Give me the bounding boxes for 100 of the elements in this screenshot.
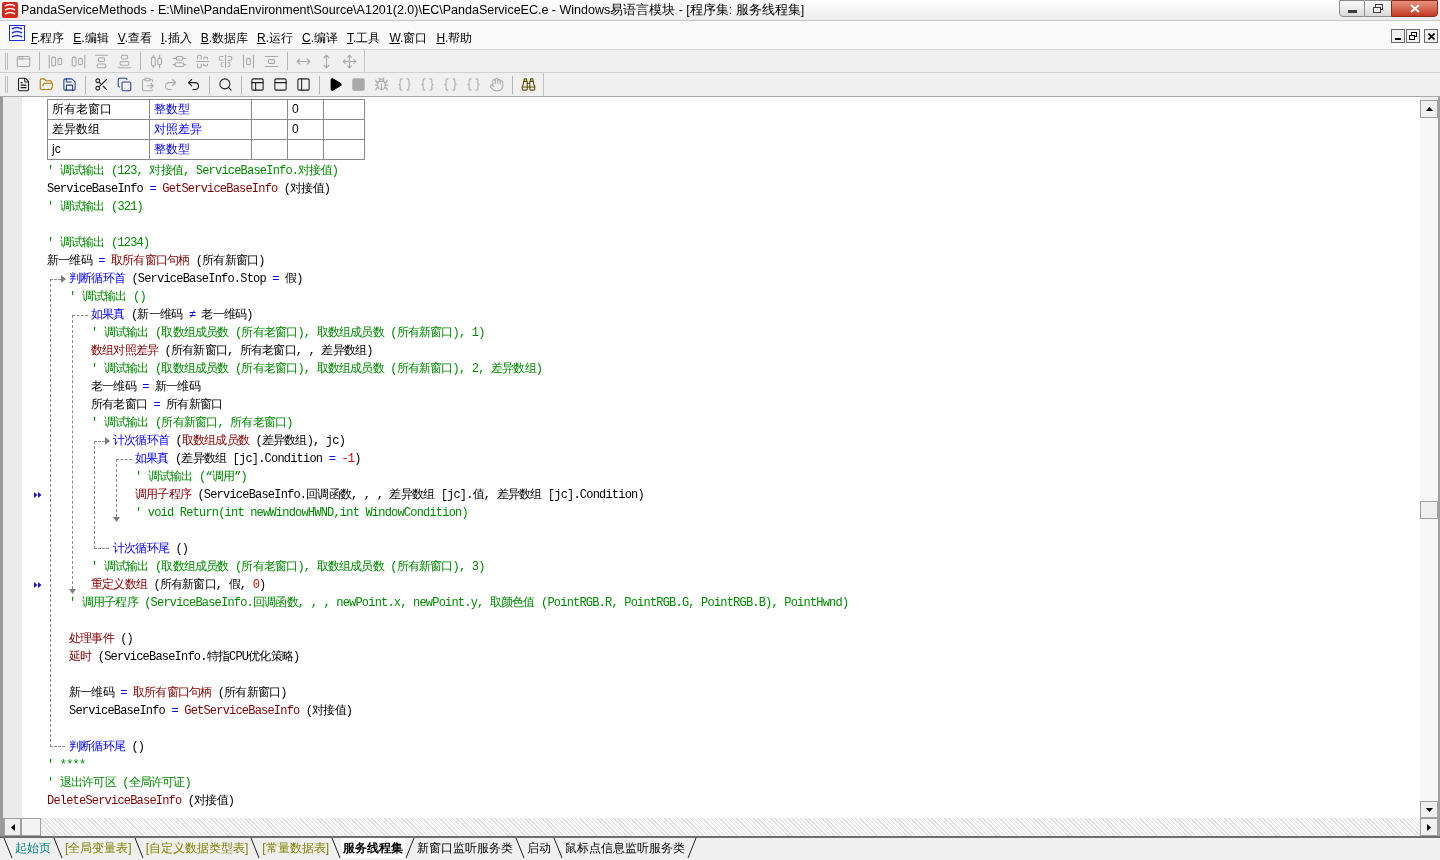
scrollbar-thumb[interactable]: [1420, 501, 1438, 519]
menu-item[interactable]: F.程序: [28, 29, 68, 47]
tab[interactable]: [全局变量表]: [63, 838, 134, 858]
scroll-down-button[interactable]: [1420, 801, 1438, 818]
code-comment: ' void Return(int newWindowHWND,int WindowCondition): [135, 505, 468, 522]
close-icon: [1427, 32, 1435, 40]
scroll-left-button[interactable]: [4, 818, 21, 836]
top-panel-icon: [273, 77, 288, 92]
align-bottom-icon: [117, 53, 132, 69]
play-icon: [328, 77, 343, 92]
table-cell: 0: [288, 100, 324, 120]
app-icon: [9, 25, 25, 41]
menu-item[interactable]: E.编辑: [70, 29, 112, 47]
tab-edge-icon: [515, 838, 525, 858]
menu-item[interactable]: R.运行: [254, 29, 296, 47]
move-icon: [342, 53, 357, 69]
menu-item[interactable]: W.窗口: [386, 29, 431, 47]
code-line: 新一维码 = 取所有窗口句柄 (所有新窗口): [69, 685, 287, 702]
center-vertical-icon: [218, 53, 233, 69]
code-line: 数组对照差异 (所有新窗口, 所有老窗口, , 差异数组): [91, 343, 373, 360]
menu-item[interactable]: T.工具: [344, 29, 384, 47]
table-cell: 对照差异: [150, 120, 252, 140]
document-icon: [16, 77, 31, 92]
code-line: 判断循环尾 (): [69, 739, 145, 756]
close-button[interactable]: [1424, 29, 1438, 43]
scissors-icon: [94, 77, 109, 92]
code-line: 计次循环首 (取数组成员数 (差异数组), jc): [113, 433, 346, 450]
caret-right-icon: [1427, 823, 1431, 831]
menu-item[interactable]: C.编译: [299, 29, 342, 47]
redo-icon: [163, 77, 178, 92]
tab[interactable]: 鼠标点信息监听服务类: [563, 838, 687, 858]
code-comment: ' 调试输出 (123, 对接值, ServiceBaseInfo.对接值): [47, 163, 339, 180]
menu-item[interactable]: H.帮助: [433, 29, 476, 47]
code-comment: ' 调试输出 (取数组成员数 (所有老窗口), 取数组成员数 (所有新窗口), 2, 差异数组): [91, 361, 543, 378]
table-cell: [324, 140, 365, 160]
scroll-right-button[interactable]: [1420, 818, 1438, 836]
caret-down-icon: [113, 517, 120, 522]
close-icon: [1409, 4, 1420, 13]
code-comment: ' 调试输出 (321): [47, 199, 143, 216]
code-comment: ' 调用子程序 (ServiceBaseInfo.回调函数, , , newPoint.x, newPoint.y, 取颜色值 (PointRGB.R, PointRGB.G, PointRGB.B), PointHwnd): [69, 595, 849, 612]
scroll-up-button[interactable]: [1420, 100, 1438, 118]
caret-right-icon: [61, 275, 66, 283]
tab[interactable]: 新窗口监听服务类: [415, 838, 515, 858]
tab-edge-icon: [53, 838, 63, 858]
scrollbar-thumb[interactable]: [21, 818, 41, 836]
save-icon: [62, 77, 77, 92]
tab[interactable]: [常量数据表]: [260, 838, 331, 858]
table-cell: jc: [48, 140, 150, 160]
tab[interactable]: 起始页: [13, 838, 53, 858]
code-line: ServiceBaseInfo = GetServiceBaseInfo (对接值): [69, 703, 353, 720]
align-left-icon: [48, 53, 63, 69]
menu-item[interactable]: V.查看: [114, 29, 155, 47]
tab-edge-icon: [133, 838, 144, 858]
braces-icon: [443, 77, 458, 92]
code-line: DeleteServiceBaseInfo (对接值): [47, 793, 235, 810]
table-cell: 差异数组: [48, 120, 150, 140]
align-top-icon: [94, 53, 109, 69]
table-cell: 所有老窗口: [48, 100, 150, 120]
restore-button[interactable]: [1406, 29, 1420, 43]
tab-edge-icon: [3, 838, 13, 858]
code-line: 延时 (ServiceBaseInfo.特指CPU优化策略): [69, 649, 300, 666]
app-icon: [2, 2, 18, 18]
tab-edge-icon: [250, 838, 261, 858]
close-button[interactable]: [1391, 0, 1438, 17]
maximize-button[interactable]: [1365, 0, 1391, 17]
caret-down-icon: [69, 589, 76, 594]
undo-icon: [186, 77, 201, 92]
table-cell: [252, 120, 288, 140]
minimize-button[interactable]: [1391, 29, 1405, 43]
code-comment: ' 调试输出 (“调用”): [135, 469, 247, 486]
tab[interactable]: [自定义数据类型表]: [143, 838, 251, 858]
flow-line: [116, 459, 132, 517]
tab[interactable]: 服务线程集: [341, 838, 405, 858]
code-line: 新一维码 = 取所有窗口句柄 (所有新窗口): [47, 253, 265, 270]
copy-icon: [117, 77, 132, 92]
code-comment: ' 调试输出 (): [69, 289, 146, 306]
tab[interactable]: 启动: [525, 838, 553, 858]
caret-down-icon: [1425, 807, 1433, 812]
table-cell: [324, 120, 365, 140]
caret-right-icon: [105, 437, 110, 445]
table-cell: [288, 140, 324, 160]
restore-icon: [1409, 32, 1417, 40]
restore-icon: [1373, 4, 1383, 13]
minimize-button[interactable]: [1339, 0, 1365, 17]
code-line: ServiceBaseInfo = GetServiceBaseInfo (对接值): [47, 181, 331, 198]
code-line: 判断循环首 (ServiceBaseInfo.Stop = 假): [69, 271, 303, 288]
folder-icon: [39, 77, 54, 92]
distribute-horizontal-icon: [149, 53, 164, 69]
menu-item[interactable]: B.数据库: [197, 29, 251, 47]
minimize-icon: [1347, 10, 1357, 13]
panels-icon: [250, 77, 265, 92]
window-title: PandaServiceMethods - E:\Mine\PandaEnvironment\Source\A1201(2.0)\EC\PandaServiceEC.e - Windows易语言模块 - [程序集: 服务线程集]: [21, 2, 805, 19]
tab-edge-icon: [687, 838, 697, 858]
caret-left-icon: [10, 823, 15, 831]
braces-icon: [420, 77, 435, 92]
menu-item[interactable]: I.插入: [157, 29, 195, 47]
space-vertical-icon: [264, 53, 279, 69]
space-horizontal-icon: [241, 53, 256, 69]
stop-icon: [351, 77, 366, 92]
code-comment: ' ****: [47, 757, 86, 774]
